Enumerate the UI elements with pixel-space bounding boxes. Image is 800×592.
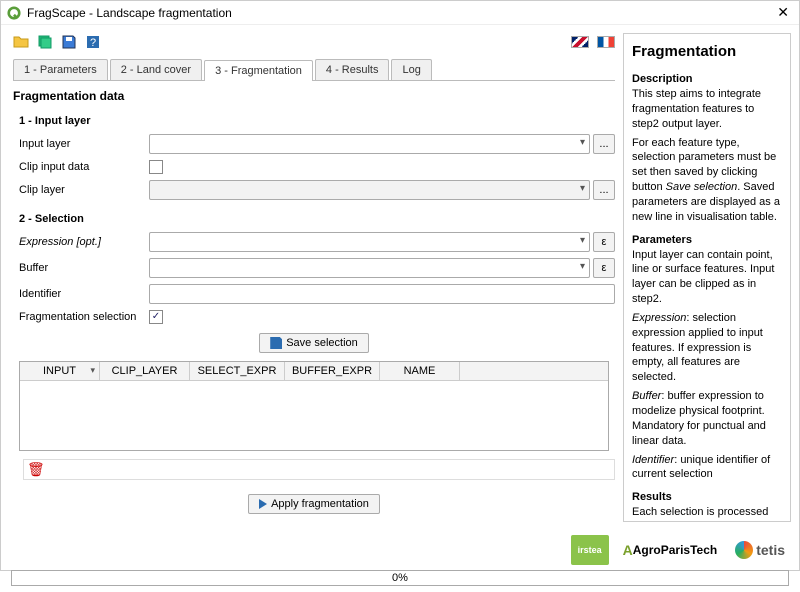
tab-land-cover[interactable]: 2 - Land cover <box>110 59 202 80</box>
clip-layer-combo[interactable] <box>149 180 590 200</box>
col-select-expr[interactable]: SELECT_EXPR <box>190 362 285 380</box>
window-title: FragScape - Landscape fragmentation <box>27 6 773 20</box>
lang-french-button[interactable] <box>597 36 615 48</box>
help-panel: Fragmentation Description This step aims… <box>623 33 791 522</box>
apply-fragmentation-button[interactable]: Apply fragmentation <box>248 494 380 514</box>
help-text: Each selection is processed (clip, selec… <box>632 505 782 522</box>
footer-logos: irstea AAgroParisTech tetis <box>1 530 799 570</box>
help-title: Fragmentation <box>632 42 782 62</box>
col-clip-layer[interactable]: CLIP_LAYER <box>100 362 190 380</box>
help-icon[interactable]: ? <box>85 34 101 50</box>
help-desc-heading: Description <box>632 72 782 87</box>
selection-table[interactable]: INPUT CLIP_LAYER SELECT_EXPR BUFFER_EXPR… <box>19 361 609 451</box>
help-text: This step aims to integrate fragmentatio… <box>632 87 782 132</box>
delete-row-button[interactable]: 🗑 <box>23 459 615 480</box>
help-params-heading: Parameters <box>632 233 782 248</box>
app-icon <box>7 6 21 20</box>
logo-irstea: irstea <box>571 535 609 565</box>
progress-bar: 0% <box>11 570 789 586</box>
col-input[interactable]: INPUT <box>20 362 100 380</box>
svg-text:?: ? <box>90 37 96 49</box>
help-text: For each feature type, selection paramet… <box>632 136 782 225</box>
page-title: Fragmentation data <box>13 89 615 103</box>
frag-selection-checkbox[interactable]: ✓ <box>149 310 163 324</box>
input-layer-combo[interactable] <box>149 134 590 154</box>
input-layer-browse-button[interactable]: ... <box>593 134 615 154</box>
tab-bar: 1 - Parameters 2 - Land cover 3 - Fragme… <box>13 59 615 81</box>
tab-results[interactable]: 4 - Results <box>315 59 390 80</box>
save-selection-label: Save selection <box>286 337 358 349</box>
expression-builder-button[interactable]: ε <box>593 232 615 252</box>
buffer-combo[interactable] <box>149 258 590 278</box>
save-all-icon[interactable] <box>37 34 53 50</box>
play-icon <box>259 499 267 509</box>
clip-input-checkbox[interactable] <box>149 160 163 174</box>
buffer-label: Buffer <box>19 262 149 274</box>
buffer-builder-button[interactable]: ε <box>593 258 615 278</box>
clip-input-label: Clip input data <box>19 161 149 173</box>
expression-label: Expression [opt.] <box>19 236 149 248</box>
section-selection-title: 2 - Selection <box>19 213 615 225</box>
tab-log[interactable]: Log <box>391 59 431 80</box>
toolbar: ? <box>13 31 615 53</box>
apply-fragmentation-label: Apply fragmentation <box>271 498 369 510</box>
title-bar: FragScape - Landscape fragmentation ✕ <box>1 1 799 25</box>
help-text: Expression: selection expression applied… <box>632 311 782 385</box>
save-selection-button[interactable]: Save selection <box>259 333 369 353</box>
progress-label: 0% <box>392 572 408 584</box>
col-name[interactable]: NAME <box>380 362 460 380</box>
close-icon[interactable]: ✕ <box>773 4 793 21</box>
save-icon <box>270 337 282 349</box>
expression-combo[interactable] <box>149 232 590 252</box>
open-folder-icon[interactable] <box>13 34 29 50</box>
help-text: Input layer can contain point, line or s… <box>632 248 782 307</box>
clip-layer-browse-button[interactable]: ... <box>593 180 615 200</box>
logo-tetis: tetis <box>731 535 789 565</box>
identifier-label: Identifier <box>19 288 149 300</box>
section-input-layer-title: 1 - Input layer <box>19 115 615 127</box>
identifier-input[interactable] <box>149 284 615 304</box>
help-text: Identifier: unique identifier of current… <box>632 453 782 483</box>
input-layer-label: Input layer <box>19 138 149 150</box>
tab-fragmentation[interactable]: 3 - Fragmentation <box>204 60 313 81</box>
save-icon[interactable] <box>61 34 77 50</box>
main-panel: ? 1 - Parameters 2 - Land cover 3 - Frag… <box>1 25 623 530</box>
frag-selection-label: Fragmentation selection <box>19 311 149 323</box>
col-buffer-expr[interactable]: BUFFER_EXPR <box>285 362 380 380</box>
help-text: Buffer: buffer expression to modelize ph… <box>632 389 782 448</box>
table-header: INPUT CLIP_LAYER SELECT_EXPR BUFFER_EXPR… <box>20 362 608 381</box>
tab-parameters[interactable]: 1 - Parameters <box>13 59 108 80</box>
clip-layer-label: Clip layer <box>19 184 149 196</box>
lang-english-button[interactable] <box>571 36 589 48</box>
logo-agroparistech: AAgroParisTech <box>619 535 722 565</box>
help-results-heading: Results <box>632 490 782 505</box>
